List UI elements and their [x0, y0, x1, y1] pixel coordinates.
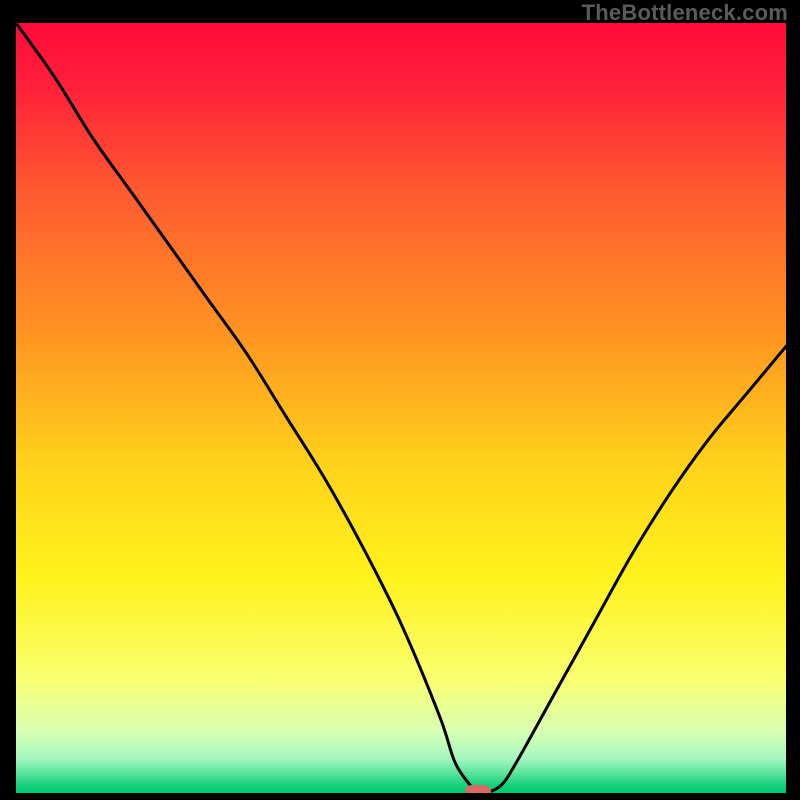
optimal-point-marker	[465, 785, 491, 793]
watermark-text: TheBottleneck.com	[582, 0, 788, 26]
bottleneck-chart	[16, 23, 786, 793]
gradient-background	[16, 23, 786, 793]
chart-plot-area	[16, 23, 786, 793]
